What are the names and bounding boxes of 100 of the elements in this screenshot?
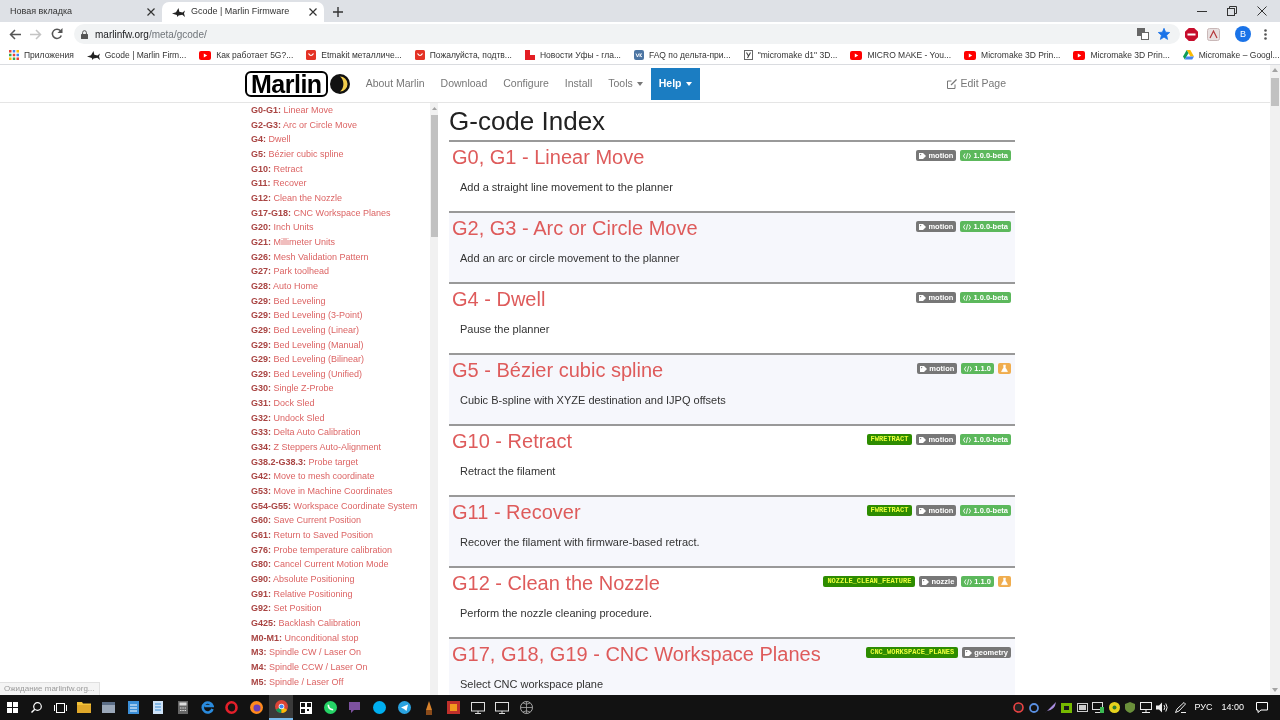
pen-icon[interactable] xyxy=(1174,702,1186,713)
window-icon[interactable] xyxy=(1076,703,1088,712)
sidebar-link[interactable]: G32: Undock Sled xyxy=(251,410,430,426)
entry-title-link[interactable]: G4 - Dwell xyxy=(452,287,546,311)
close-icon[interactable] xyxy=(309,8,317,16)
bookmark-item[interactable]: Как работает 5G?... xyxy=(199,48,294,62)
sidebar-link[interactable]: G33: Delta Auto Calibration xyxy=(251,425,430,441)
nav-link[interactable]: Help xyxy=(650,67,700,100)
edit-page-link[interactable]: Edit Page xyxy=(947,75,1006,92)
nav-link[interactable]: Configure xyxy=(495,65,557,102)
sidebar-link[interactable]: G53: Move in Machine Coordinates xyxy=(251,484,430,499)
scrollbar-thumb[interactable] xyxy=(1271,78,1279,106)
notification-icon[interactable] xyxy=(1256,702,1268,713)
disc-icon[interactable] xyxy=(1108,702,1120,713)
page-scrollbar[interactable] xyxy=(1270,65,1280,695)
sidebar-link[interactable]: G29: Bed Leveling (Linear) xyxy=(251,322,430,338)
menu-icon[interactable] xyxy=(1264,28,1267,40)
nav-link[interactable]: Tools xyxy=(600,65,651,102)
sidebar-link[interactable]: G5: Bézier cubic spline xyxy=(251,146,430,162)
sidebar-link[interactable]: G425: Backlash Calibration xyxy=(251,615,430,631)
sidebar-link[interactable]: G12: Clean the Nozzle xyxy=(251,190,430,206)
bookmark-item[interactable]: Gcode | Marlin Firm... xyxy=(86,48,187,62)
network-icon[interactable] xyxy=(1140,702,1153,713)
sidebar-link[interactable]: G34: Z Steppers Auto-Alignment xyxy=(251,440,430,455)
clock-time[interactable]: 14:00 xyxy=(1221,700,1244,715)
bookmark-item[interactable]: "micromake d1" 3D... xyxy=(743,48,838,62)
address-bar[interactable]: marlinfw.org/meta/gcode/ xyxy=(74,24,1180,44)
sidebar-link[interactable]: G60: Save Current Position xyxy=(251,513,430,529)
close-icon[interactable] xyxy=(1257,6,1267,16)
nav-link[interactable]: Download xyxy=(432,65,496,102)
taskbar-button[interactable] xyxy=(268,695,294,720)
logo-text[interactable]: Marlin xyxy=(245,70,328,97)
bookmark-item[interactable]: FAQ по дельта-при... xyxy=(633,48,731,62)
bookmark-item[interactable]: Micromake 3D Prin... xyxy=(1073,48,1170,62)
sidebar-link[interactable]: G29: Bed Leveling (Manual) xyxy=(251,337,430,353)
nav-link[interactable]: About Marlin xyxy=(357,65,433,102)
reload-icon[interactable] xyxy=(50,28,63,40)
task-view-icon[interactable] xyxy=(53,702,67,713)
restore-icon[interactable] xyxy=(1227,6,1237,16)
document-icon[interactable] xyxy=(1207,27,1220,41)
sidebar-link[interactable]: G11: Recover xyxy=(251,176,430,191)
sidebar-link[interactable]: G26: Mesh Validation Pattern xyxy=(251,249,430,265)
sidebar-link[interactable]: G10: Retract xyxy=(251,161,430,177)
sidebar-link[interactable]: G4: Dwell xyxy=(251,132,430,147)
nav-link[interactable]: Install xyxy=(556,65,601,102)
sidebar-link[interactable]: G92: Set Position xyxy=(251,601,430,616)
sidebar-link[interactable]: G17-G18: CNC Workspace Planes xyxy=(251,205,430,221)
sidebar-link[interactable]: G29: Bed Leveling (3-Point) xyxy=(251,308,430,323)
language-indicator[interactable]: РУС xyxy=(1194,700,1213,715)
monitor-icon[interactable] xyxy=(1092,702,1105,713)
entry-title-link[interactable]: G2, G3 - Arc or Circle Move xyxy=(452,216,698,240)
sidebar-link[interactable]: G54-G55: Workspace Coordinate System xyxy=(251,498,430,514)
browser-tab[interactable]: Gcode | Marlin Firmware xyxy=(162,2,324,22)
entry-title-link[interactable]: G5 - Bézier cubic spline xyxy=(452,358,664,382)
sidebar-link[interactable]: G29: Bed Leveling (Bilinear) xyxy=(251,352,430,367)
speaker-icon[interactable] xyxy=(1156,702,1169,713)
close-icon[interactable] xyxy=(147,8,155,16)
profile-button[interactable]: B xyxy=(1235,26,1251,42)
shield-icon[interactable] xyxy=(1125,702,1136,713)
bookmark-item[interactable]: Приложения xyxy=(9,48,74,62)
sidebar-link[interactable]: G61: Return to Saved Position xyxy=(251,528,430,543)
bookmark-item[interactable]: Micromake – Googl... xyxy=(1182,48,1280,62)
bookmark-item[interactable]: Пожалуйста, подтв... xyxy=(414,48,512,62)
sidebar-link[interactable]: G42: Move to mesh coordinate xyxy=(251,469,430,485)
bookmark-item[interactable]: Micromake 3D Prin... xyxy=(964,48,1061,62)
sidebar-link[interactable]: G90: Absolute Positioning xyxy=(251,572,430,587)
entry-title-link[interactable]: G10 - Retract xyxy=(452,429,573,453)
new-tab-icon[interactable] xyxy=(333,7,343,17)
sidebar-link[interactable]: G2-G3: Arc or Circle Move xyxy=(251,117,430,133)
sidebar-link[interactable]: G30: Single Z-Probe xyxy=(251,381,430,397)
scrollbar[interactable] xyxy=(430,103,438,695)
sidebar-link[interactable]: M5: Spindle / Laser Off xyxy=(251,674,430,690)
sidebar-link[interactable]: G29: Bed Leveling xyxy=(251,293,430,309)
sidebar-link[interactable]: G21: Millimeter Units xyxy=(251,234,430,250)
translate-icon[interactable] xyxy=(1137,28,1149,40)
entry-title-link[interactable]: G12 - Clean the Nozzle xyxy=(452,571,660,595)
sidebar-link[interactable]: G80: Cancel Current Motion Mode xyxy=(251,557,430,572)
sidebar-link[interactable]: M0-M1: Unconditional stop xyxy=(251,630,430,646)
bookmark-item[interactable]: Новости Уфы - гла... xyxy=(524,48,621,62)
ring-icon[interactable] xyxy=(1029,702,1040,713)
sidebar-link[interactable]: G20: Inch Units xyxy=(251,220,430,235)
scrollbar-thumb[interactable] xyxy=(430,115,438,237)
sidebar-link[interactable]: G31: Dock Sled xyxy=(251,396,430,411)
entry-title-link[interactable]: G17, G18, G19 - CNC Workspace Planes xyxy=(452,642,821,666)
chip-icon[interactable] xyxy=(1060,702,1072,713)
minimize-icon[interactable] xyxy=(1197,10,1207,12)
sidebar-link[interactable]: M4: Spindle CCW / Laser On xyxy=(251,659,430,675)
back-arrow-icon[interactable] xyxy=(8,28,21,40)
star-icon[interactable] xyxy=(1158,28,1170,40)
start-icon[interactable] xyxy=(6,702,18,713)
sidebar-link[interactable]: G91: Relative Positioning xyxy=(251,586,430,602)
sidebar-link[interactable]: G29: Bed Leveling (Unified) xyxy=(251,366,430,382)
sidebar-link[interactable]: G76: Probe temperature calibration xyxy=(251,542,430,558)
stop-sign-icon[interactable] xyxy=(1185,27,1198,41)
bookmark-item[interactable]: Etmakit металличе... xyxy=(306,48,402,62)
sidebar-link[interactable]: G27: Park toolhead xyxy=(251,264,430,279)
sidebar-link[interactable]: G38.2-G38.3: Probe target xyxy=(251,454,430,470)
ring-icon[interactable] xyxy=(1012,702,1024,713)
sidebar-link[interactable]: G28: Auto Home xyxy=(251,278,430,294)
sidebar-link[interactable]: M3: Spindle CW / Laser On xyxy=(251,645,430,660)
